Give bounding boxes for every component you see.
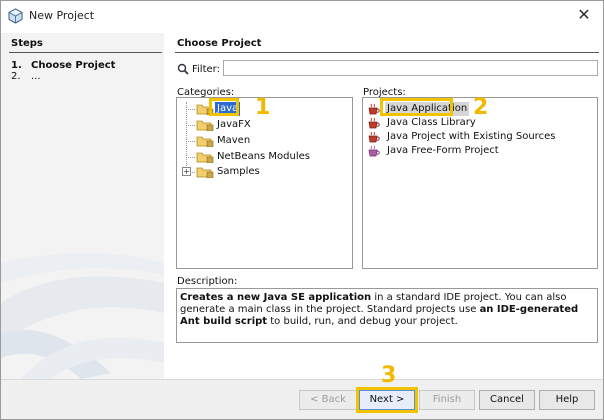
category-label-maven: Maven: [217, 135, 251, 146]
annotation-1: 1: [255, 95, 271, 120]
steps-title: Steps: [11, 38, 43, 49]
window-title: New Project: [29, 9, 95, 22]
folder-icon: [196, 120, 214, 131]
filter-input[interactable]: [223, 60, 598, 76]
step-2: 2....: [11, 71, 41, 82]
step-2-label: ...: [31, 71, 41, 82]
tree-branch: [186, 157, 195, 158]
category-label-javafx: JavaFX: [217, 119, 251, 130]
expand-icon[interactable]: +: [182, 167, 191, 176]
step-1: 1. Choose Project: [11, 60, 115, 71]
project-label-java-class-library: Java Class Library: [387, 117, 476, 128]
finish-button[interactable]: Finish: [419, 390, 475, 410]
step-1-number: 1.: [11, 60, 22, 71]
project-label-java-free-form: Java Free-Form Project: [387, 145, 499, 156]
title-divider: [175, 52, 599, 53]
tree-connector: [186, 102, 187, 170]
step-2-number: 2.: [11, 71, 21, 82]
folder-icon: [196, 136, 214, 147]
back-button[interactable]: < Back: [299, 390, 357, 410]
description-box: Creates a new Java SE application in a s…: [176, 288, 598, 343]
search-icon: [177, 63, 189, 75]
java-cup-icon: [368, 103, 380, 115]
project-label-java-existing-sources: Java Project with Existing Sources: [387, 131, 556, 142]
highlight-next-button: [356, 387, 418, 413]
step-1-label: Choose Project: [31, 60, 116, 71]
folder-icon: [196, 167, 214, 178]
steps-panel: Steps 1. Choose Project 2....: [1, 33, 164, 379]
highlight-java-application: [380, 98, 453, 116]
freeform-icon: [368, 145, 380, 157]
tree-branch: [186, 141, 195, 142]
close-icon[interactable]: ✕: [575, 6, 593, 24]
category-label-netbeans-modules: NetBeans Modules: [217, 151, 310, 162]
java-cup-icon: [368, 117, 380, 129]
tree-branch: [186, 109, 195, 110]
categories-tree[interactable]: Java JavaFX Maven NetBeans Modules + Sam…: [176, 97, 353, 269]
decorative-swoosh: [1, 253, 164, 379]
annotation-2: 2: [473, 95, 489, 120]
projects-list[interactable]: Java Application Java Class Library Java…: [362, 97, 598, 269]
cancel-button[interactable]: Cancel: [479, 390, 535, 410]
description-label: Description:: [177, 276, 238, 287]
help-button[interactable]: Help: [539, 390, 595, 410]
netbeans-cube-icon: [8, 8, 23, 24]
description-text-2: to build, run, and debug your project.: [267, 316, 458, 327]
highlight-java: [209, 98, 239, 116]
folder-icon: [196, 152, 214, 163]
page-title: Choose Project: [177, 38, 262, 49]
new-project-dialog: New Project ✕ Steps 1. Choose Project 2..…: [0, 0, 604, 420]
steps-divider: [9, 52, 162, 53]
filter-label: Filter:: [192, 64, 220, 75]
annotation-3: 3: [381, 363, 397, 388]
java-cup-icon: [368, 131, 380, 143]
description-bold-1: Creates a new Java SE application: [180, 292, 372, 303]
category-label-samples: Samples: [217, 166, 260, 177]
title-bar: New Project ✕: [1, 1, 603, 31]
tree-branch: [186, 125, 195, 126]
